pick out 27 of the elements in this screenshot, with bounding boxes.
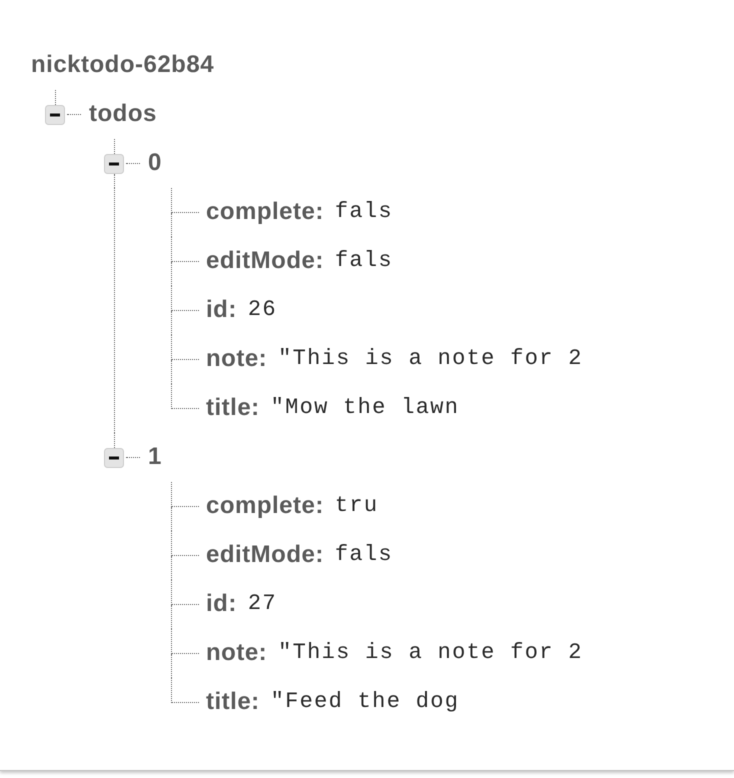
- field-name: id:: [206, 296, 237, 325]
- field-value[interactable]: "Mow the lawn: [270, 395, 460, 422]
- field-name: complete:: [206, 492, 324, 521]
- field-name: note:: [206, 639, 268, 668]
- field-value[interactable]: fals: [334, 248, 393, 275]
- field-name: title:: [206, 394, 260, 423]
- database-name[interactable]: nicktodo-62b84: [31, 51, 214, 80]
- minus-icon[interactable]: [104, 154, 124, 174]
- minus-icon[interactable]: [104, 448, 124, 468]
- node-key[interactable]: 1: [148, 443, 162, 472]
- field-value[interactable]: "This is a note for 2: [278, 346, 583, 373]
- field-name: note:: [206, 345, 268, 374]
- field-name: editMode:: [206, 247, 324, 276]
- field-value[interactable]: 26: [248, 297, 277, 324]
- field-value[interactable]: tru: [334, 493, 378, 520]
- node-key[interactable]: todos: [89, 100, 157, 129]
- field-name: editMode:: [206, 541, 324, 570]
- minus-icon[interactable]: [45, 104, 65, 124]
- node-key[interactable]: 0: [148, 149, 162, 178]
- field-value[interactable]: "This is a note for 2: [278, 640, 583, 667]
- field-value[interactable]: fals: [334, 542, 393, 569]
- field-value[interactable]: 27: [248, 591, 277, 618]
- field-name: complete:: [206, 198, 324, 227]
- field-value[interactable]: fals: [334, 199, 393, 226]
- field-name: id:: [206, 590, 237, 619]
- field-value[interactable]: "Feed the dog: [270, 689, 460, 716]
- field-name: title:: [206, 688, 260, 717]
